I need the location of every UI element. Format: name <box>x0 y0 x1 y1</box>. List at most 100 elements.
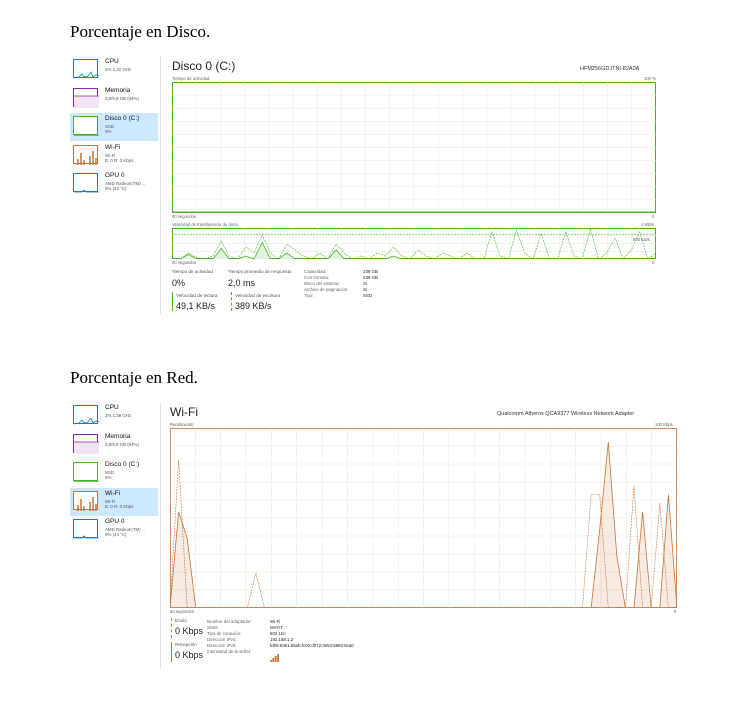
property-key: Capacidad: <box>304 269 327 274</box>
avg-response-value: 2,0 ms <box>228 278 256 288</box>
sidebar-item-detail: E: 0 R: 0 Kbps <box>105 503 134 509</box>
throughput-graph-xlabel: 60 segundos <box>170 609 194 614</box>
transfer-graph-label: Velocidad de transferencia de disco <box>172 222 239 227</box>
wifi-graph-icon <box>73 490 98 511</box>
throughput-graph-min: 0 <box>674 609 677 614</box>
activity-time-label: Tiempo de actividad <box>172 269 213 274</box>
sidebar-item-disk[interactable]: Disco 0 (C:) SSD 0% <box>70 113 158 141</box>
cpu-graph-icon <box>73 405 99 425</box>
property-key: SSID: <box>207 625 219 630</box>
sidebar-item-detail: 0% (44 °C) <box>105 532 127 537</box>
sidebar-item-cpu[interactable]: CPU 2% 1,38 GHz <box>70 402 158 430</box>
adapter-name: Qualcomm Atheros QCA9377 Wireless Networ… <box>497 411 635 417</box>
transfer-graph-max: 1 MB/s <box>641 222 655 227</box>
property-key: Dirección IPv4: <box>207 637 237 642</box>
transfer-graph <box>172 228 656 259</box>
sidebar-item-memory[interactable]: Memoria 3,8/5,9 GB (64%) <box>70 85 158 113</box>
read-speed-label: Velocidad de lectura <box>176 293 218 298</box>
memory-graph-icon <box>73 433 99 454</box>
wifi-title: Wi-Fi <box>170 405 198 419</box>
sidebar-item-wifi[interactable]: Wi-Fi Wi-Fi E: 0 R: 0 Kbps <box>70 142 158 170</box>
sidebar-item-wifi[interactable]: Wi-Fi Wi-Fi E: 0 R: 0 Kbps <box>70 487 158 516</box>
property-value: Sí <box>363 281 368 286</box>
sidebar-item-detail: 0% <box>105 475 112 480</box>
gpu-graph-icon <box>73 519 99 539</box>
wifi-graph-icon <box>73 144 98 165</box>
activity-time-value: 0% <box>172 278 186 288</box>
property-key: Con formato: <box>304 275 330 280</box>
throughput-graph-label: Rendimiento <box>170 422 194 427</box>
activity-graph-min: 0 <box>652 214 655 219</box>
property-key: Disco del sistema: <box>304 281 340 286</box>
net-task-manager-panel: CPU 2% 1,38 GHz Memoria 3,8/5,9 GB (64%) Dis… <box>70 402 680 670</box>
sidebar-item-detail: E: 0 R: 0 Kbps <box>105 157 134 163</box>
avg-response-label: Tiempo promedio de respuesta <box>228 269 292 274</box>
send-marker <box>171 618 172 638</box>
sidebar-divider <box>160 402 161 668</box>
property-value: 192.168.1.2 <box>270 637 294 642</box>
sidebar-item-memory[interactable]: Memoria 3,8/5,9 GB (64%) <box>70 431 158 459</box>
sidebar-item-label: Disco 0 (C:) <box>105 115 140 122</box>
property-key: Nombre del adaptador: <box>207 619 252 624</box>
sidebar-item-label: Memoria <box>105 432 131 440</box>
disk-task-manager-panel: CPU 2% 1,32 GHz Memoria 3,8/5,9 GB (64%) Dis… <box>70 56 660 316</box>
memory-graph-icon <box>73 87 99 108</box>
property-key: Intensidad de la señal: <box>207 649 251 654</box>
transfer-graph-min: 0 <box>652 260 655 265</box>
sidebar-item-label: Disco 0 (C:) <box>105 461 140 468</box>
activity-graph-xlabel: 60 segundos <box>172 214 196 219</box>
gpu-graph-icon <box>73 173 99 193</box>
property-value: MAYIT <box>270 625 284 630</box>
sidebar-item-cpu[interactable]: CPU 2% 1,32 GHz <box>70 56 158 84</box>
sidebar-item-disk[interactable]: Disco 0 (C:) SSD 0% <box>70 459 158 487</box>
sidebar-item-label: Memoria <box>105 86 131 94</box>
sidebar-divider <box>160 56 161 314</box>
cpu-graph-icon <box>73 59 99 79</box>
property-value: 239 GB <box>363 269 378 274</box>
sidebar-item-detail: 2% 1,38 GHz <box>105 413 132 418</box>
sidebar-item-gpu[interactable]: GPU 0 AMD Radeon(TM) ... 0% (44 °C) <box>70 516 158 544</box>
receive-marker <box>171 642 172 662</box>
property-key: Tipo: <box>304 293 314 298</box>
sidebar-item-label: Wi-Fi <box>105 143 121 151</box>
activity-graph <box>172 82 656 213</box>
sidebar-item-detail: 0% <box>105 129 112 134</box>
property-value: Wi-Fi <box>270 619 281 624</box>
property-value: Sí <box>363 287 368 292</box>
write-speed-marker <box>231 292 232 311</box>
property-value: fd08:6361:55ab:fc00:d072:3e54:5883:8ca0 <box>270 643 354 648</box>
signal-strength-icon <box>270 649 280 662</box>
transfer-graph-mid: 800 KB/s <box>633 237 650 242</box>
write-speed-label: Velocidad de escritura <box>235 293 281 298</box>
send-label: Envío <box>175 618 187 623</box>
net-section-heading: Porcentaje en Red. <box>70 368 198 387</box>
receive-label: Recepción <box>175 642 197 647</box>
receive-value: 0 Kbps <box>175 650 204 660</box>
disk-section-heading: Porcentaje en Disco. <box>70 22 211 41</box>
disk-title: Disco 0 (C:) <box>172 59 236 73</box>
property-key: Dirección IPv6: <box>207 643 237 648</box>
sidebar-item-label: CPU <box>105 404 119 411</box>
transfer-graph-xlabel: 60 segundos <box>172 260 196 265</box>
disk-graph-icon <box>73 116 99 136</box>
property-value: 239 GB <box>363 275 378 280</box>
sidebar-item-label: CPU <box>105 58 119 65</box>
property-value: SSD <box>363 293 373 298</box>
property-key: Tipo de conexión: <box>207 631 242 636</box>
sidebar-item-detail: 3,8/5,9 GB (64%) <box>105 441 139 447</box>
activity-graph-max: 100 % <box>644 76 656 81</box>
sidebar-item-gpu[interactable]: GPU 0 AMD Radeon(TM) ... 0% (43 °C) <box>70 170 158 198</box>
sidebar-item-label: GPU 0 <box>105 172 125 179</box>
activity-graph-label: Tiempo de actividad <box>172 76 210 81</box>
sidebar-item-label: Wi-Fi <box>105 489 121 497</box>
sidebar-item-detail: 3,8/5,9 GB (64%) <box>105 95 139 101</box>
sidebar-item-detail: 0% (43 °C) <box>105 186 127 191</box>
property-value: 802.11n <box>270 631 286 636</box>
read-speed-value: 49,1 KB/s <box>176 301 216 311</box>
read-speed-marker <box>172 292 173 311</box>
send-value: 0 Kbps <box>175 626 204 636</box>
property-key: Archivo de paginación: <box>304 287 349 292</box>
throughput-graph <box>170 428 677 608</box>
disk-model: HFM256GDJTNI-82A0A <box>580 66 640 72</box>
write-speed-value: 389 KB/s <box>235 301 272 311</box>
